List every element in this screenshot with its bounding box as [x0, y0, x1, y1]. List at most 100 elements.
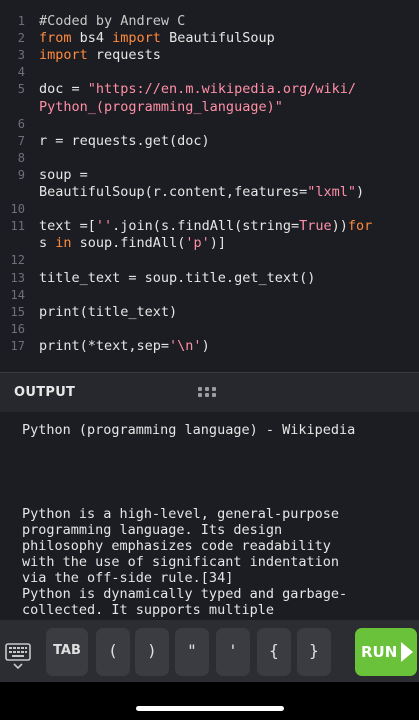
- code-line[interactable]: BeautifulSoup(r.content,features="lxml"): [0, 184, 419, 201]
- code-line[interactable]: 6: [0, 116, 419, 133]
- code-text: r = requests.get(doc): [39, 133, 210, 150]
- line-number: 8: [17, 150, 25, 165]
- code-text: from bs4 import BeautifulSoup: [39, 30, 275, 47]
- home-indicator[interactable]: [136, 706, 284, 711]
- code-line[interactable]: 11 text =[''.join(s.findAll(string=True))…: [0, 218, 419, 235]
- code-token: text =[: [39, 218, 96, 235]
- code-token: )): [331, 218, 348, 235]
- code-text: #Coded by Andrew C: [39, 13, 185, 30]
- output-line: with the use of significant indentation: [22, 554, 339, 570]
- code-editor[interactable]: 1 #Coded by Andrew C 2 from bs4 import Beau…: [0, 0, 419, 372]
- tab-key[interactable]: TAB: [46, 628, 88, 676]
- output-header: OUTPUT: [0, 372, 419, 413]
- code-token: requests: [87, 47, 161, 64]
- code-text: BeautifulSoup(r.content,features="lxml"): [39, 184, 364, 201]
- code-token: for: [347, 218, 373, 235]
- code-line[interactable]: 10: [0, 201, 419, 218]
- code-text: text =[''.join(s.findAll(string=True))fo…: [39, 218, 372, 235]
- line-number: 16: [10, 321, 25, 336]
- code-text: print(*text,sep='\n'): [39, 338, 210, 355]
- line-number: 9: [17, 167, 25, 182]
- code-line[interactable]: 15 print(title_text): [0, 304, 419, 321]
- code-token: '\n': [169, 337, 202, 354]
- line-number: 14: [10, 287, 25, 302]
- code-token: )]: [209, 235, 226, 252]
- code-token: in: [55, 235, 72, 252]
- line-number: 17: [10, 338, 25, 353]
- line-number: 6: [17, 116, 25, 131]
- code-token: "https://en.m.wikipedia.org/wiki/: [87, 81, 356, 98]
- run-button[interactable]: RUN: [355, 628, 417, 676]
- line-number: 13: [10, 270, 25, 285]
- code-line[interactable]: 16: [0, 321, 419, 338]
- line-number: 15: [10, 304, 25, 319]
- code-token: .join(s.findAll(string=: [112, 218, 300, 235]
- line-number: 10: [10, 202, 25, 217]
- code-token: from: [39, 30, 72, 47]
- code-line[interactable]: 1 #Coded by Andrew C: [0, 13, 419, 30]
- code-line[interactable]: 13 title_text = soup.title.get_text(): [0, 270, 419, 287]
- single-quote-key[interactable]: ': [216, 628, 250, 676]
- code-line[interactable]: 14: [0, 287, 419, 304]
- code-text: soup =: [39, 167, 88, 184]
- code-token: import: [39, 47, 88, 64]
- code-text: import requests: [39, 47, 161, 64]
- line-number: 7: [17, 133, 25, 148]
- code-line[interactable]: 3 import requests: [0, 47, 419, 64]
- code-token: #Coded by Andrew C: [39, 13, 186, 29]
- code-token: ): [201, 337, 210, 354]
- code-token: bs4: [71, 30, 113, 47]
- close-brace-key[interactable]: }: [297, 628, 331, 676]
- output-line: programming language. Its design: [22, 522, 283, 538]
- output-line: collected. It supports multiple: [22, 602, 274, 618]
- code-token: 'p': [185, 235, 210, 252]
- output-title: OUTPUT: [14, 385, 76, 400]
- code-token: soup.findAll(: [71, 235, 186, 252]
- code-token: print(*text,sep=: [39, 337, 170, 354]
- code-text: Python_(programming_language)": [39, 99, 283, 116]
- code-token: soup =: [39, 166, 88, 183]
- code-token: print(title_text): [39, 303, 178, 320]
- line-number: 4: [17, 65, 25, 80]
- play-arrow-icon: [401, 642, 413, 662]
- code-text: print(title_text): [39, 304, 177, 321]
- code-token: s: [39, 235, 56, 252]
- code-line[interactable]: 5 doc = "https://en.m.wikipedia.org/wiki/: [0, 81, 419, 98]
- code-line[interactable]: 17 print(*text,sep='\n'): [0, 338, 419, 355]
- code-token: True: [299, 218, 332, 235]
- code-line[interactable]: Python_(programming_language)": [0, 99, 419, 116]
- open-brace-key[interactable]: {: [257, 628, 291, 676]
- code-line[interactable]: 8: [0, 150, 419, 167]
- code-token: ): [356, 184, 365, 200]
- output-line: Python is a high-level, general-purpose: [22, 506, 339, 522]
- code-token: r = requests.get(doc): [39, 132, 210, 149]
- keyboard-icon[interactable]: [2, 632, 34, 678]
- code-token: Python_(programming_language)": [39, 98, 283, 115]
- code-text: s in soup.findAll('p')]: [39, 235, 226, 252]
- line-number: 11: [10, 219, 25, 234]
- line-number: 1: [17, 14, 25, 28]
- code-token: "lxml": [307, 184, 356, 200]
- output-line: Python is dynamically typed and garbage-: [22, 586, 348, 602]
- output-line: philosophy emphasizes code readability: [22, 538, 331, 554]
- line-number: 3: [17, 48, 25, 63]
- run-label: RUN: [361, 643, 398, 661]
- output-line: via the off-side rule.[34]: [22, 570, 234, 586]
- close-paren-key[interactable]: ): [135, 628, 169, 676]
- line-number: 2: [17, 31, 25, 46]
- code-line[interactable]: 9 soup =: [0, 167, 419, 184]
- code-token: doc =: [39, 81, 88, 98]
- output-line: Python (programming language) - Wikipedi…: [22, 422, 356, 438]
- open-paren-key[interactable]: (: [96, 628, 130, 676]
- line-number: 12: [10, 253, 25, 268]
- code-token: import: [112, 30, 161, 47]
- code-line[interactable]: 4: [0, 64, 419, 81]
- code-token: BeautifulSoup: [160, 30, 275, 47]
- code-line[interactable]: 12: [0, 252, 419, 269]
- code-line[interactable]: 2 from bs4 import BeautifulSoup: [0, 30, 419, 47]
- code-line[interactable]: s in soup.findAll('p')]: [0, 235, 419, 252]
- code-token: title_text = soup.title.get_text(): [39, 269, 316, 286]
- code-line[interactable]: 7 r = requests.get(doc): [0, 133, 419, 150]
- double-quote-key[interactable]: ": [175, 628, 209, 676]
- drag-handle-icon[interactable]: [198, 387, 220, 399]
